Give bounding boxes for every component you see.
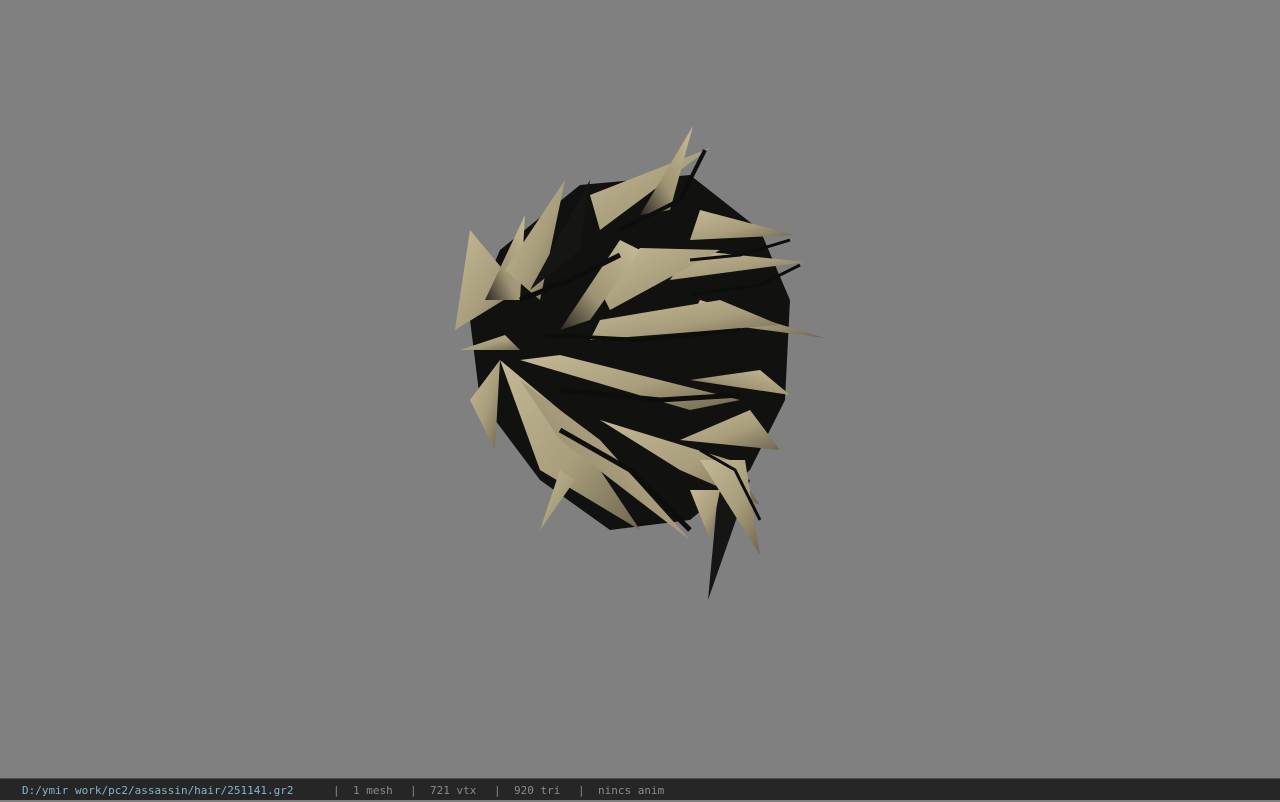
3d-viewport[interactable] (0, 0, 1280, 778)
hair-model[interactable] (0, 0, 1280, 778)
file-path: D:/ymir work/pc2/assassin/hair/251141.gr… (22, 784, 294, 797)
separator: | (333, 784, 340, 797)
triangle-count: 920 tri (514, 784, 561, 797)
separator: | (494, 784, 501, 797)
status-bar: D:/ymir work/pc2/assassin/hair/251141.gr… (0, 778, 1280, 800)
animation-status: nincs anim (598, 784, 665, 797)
separator: | (410, 784, 417, 797)
mesh-count: 1 mesh (353, 784, 393, 797)
vertex-count: 721 vtx (430, 784, 477, 797)
hair-spike (690, 210, 795, 240)
separator: | (578, 784, 585, 797)
